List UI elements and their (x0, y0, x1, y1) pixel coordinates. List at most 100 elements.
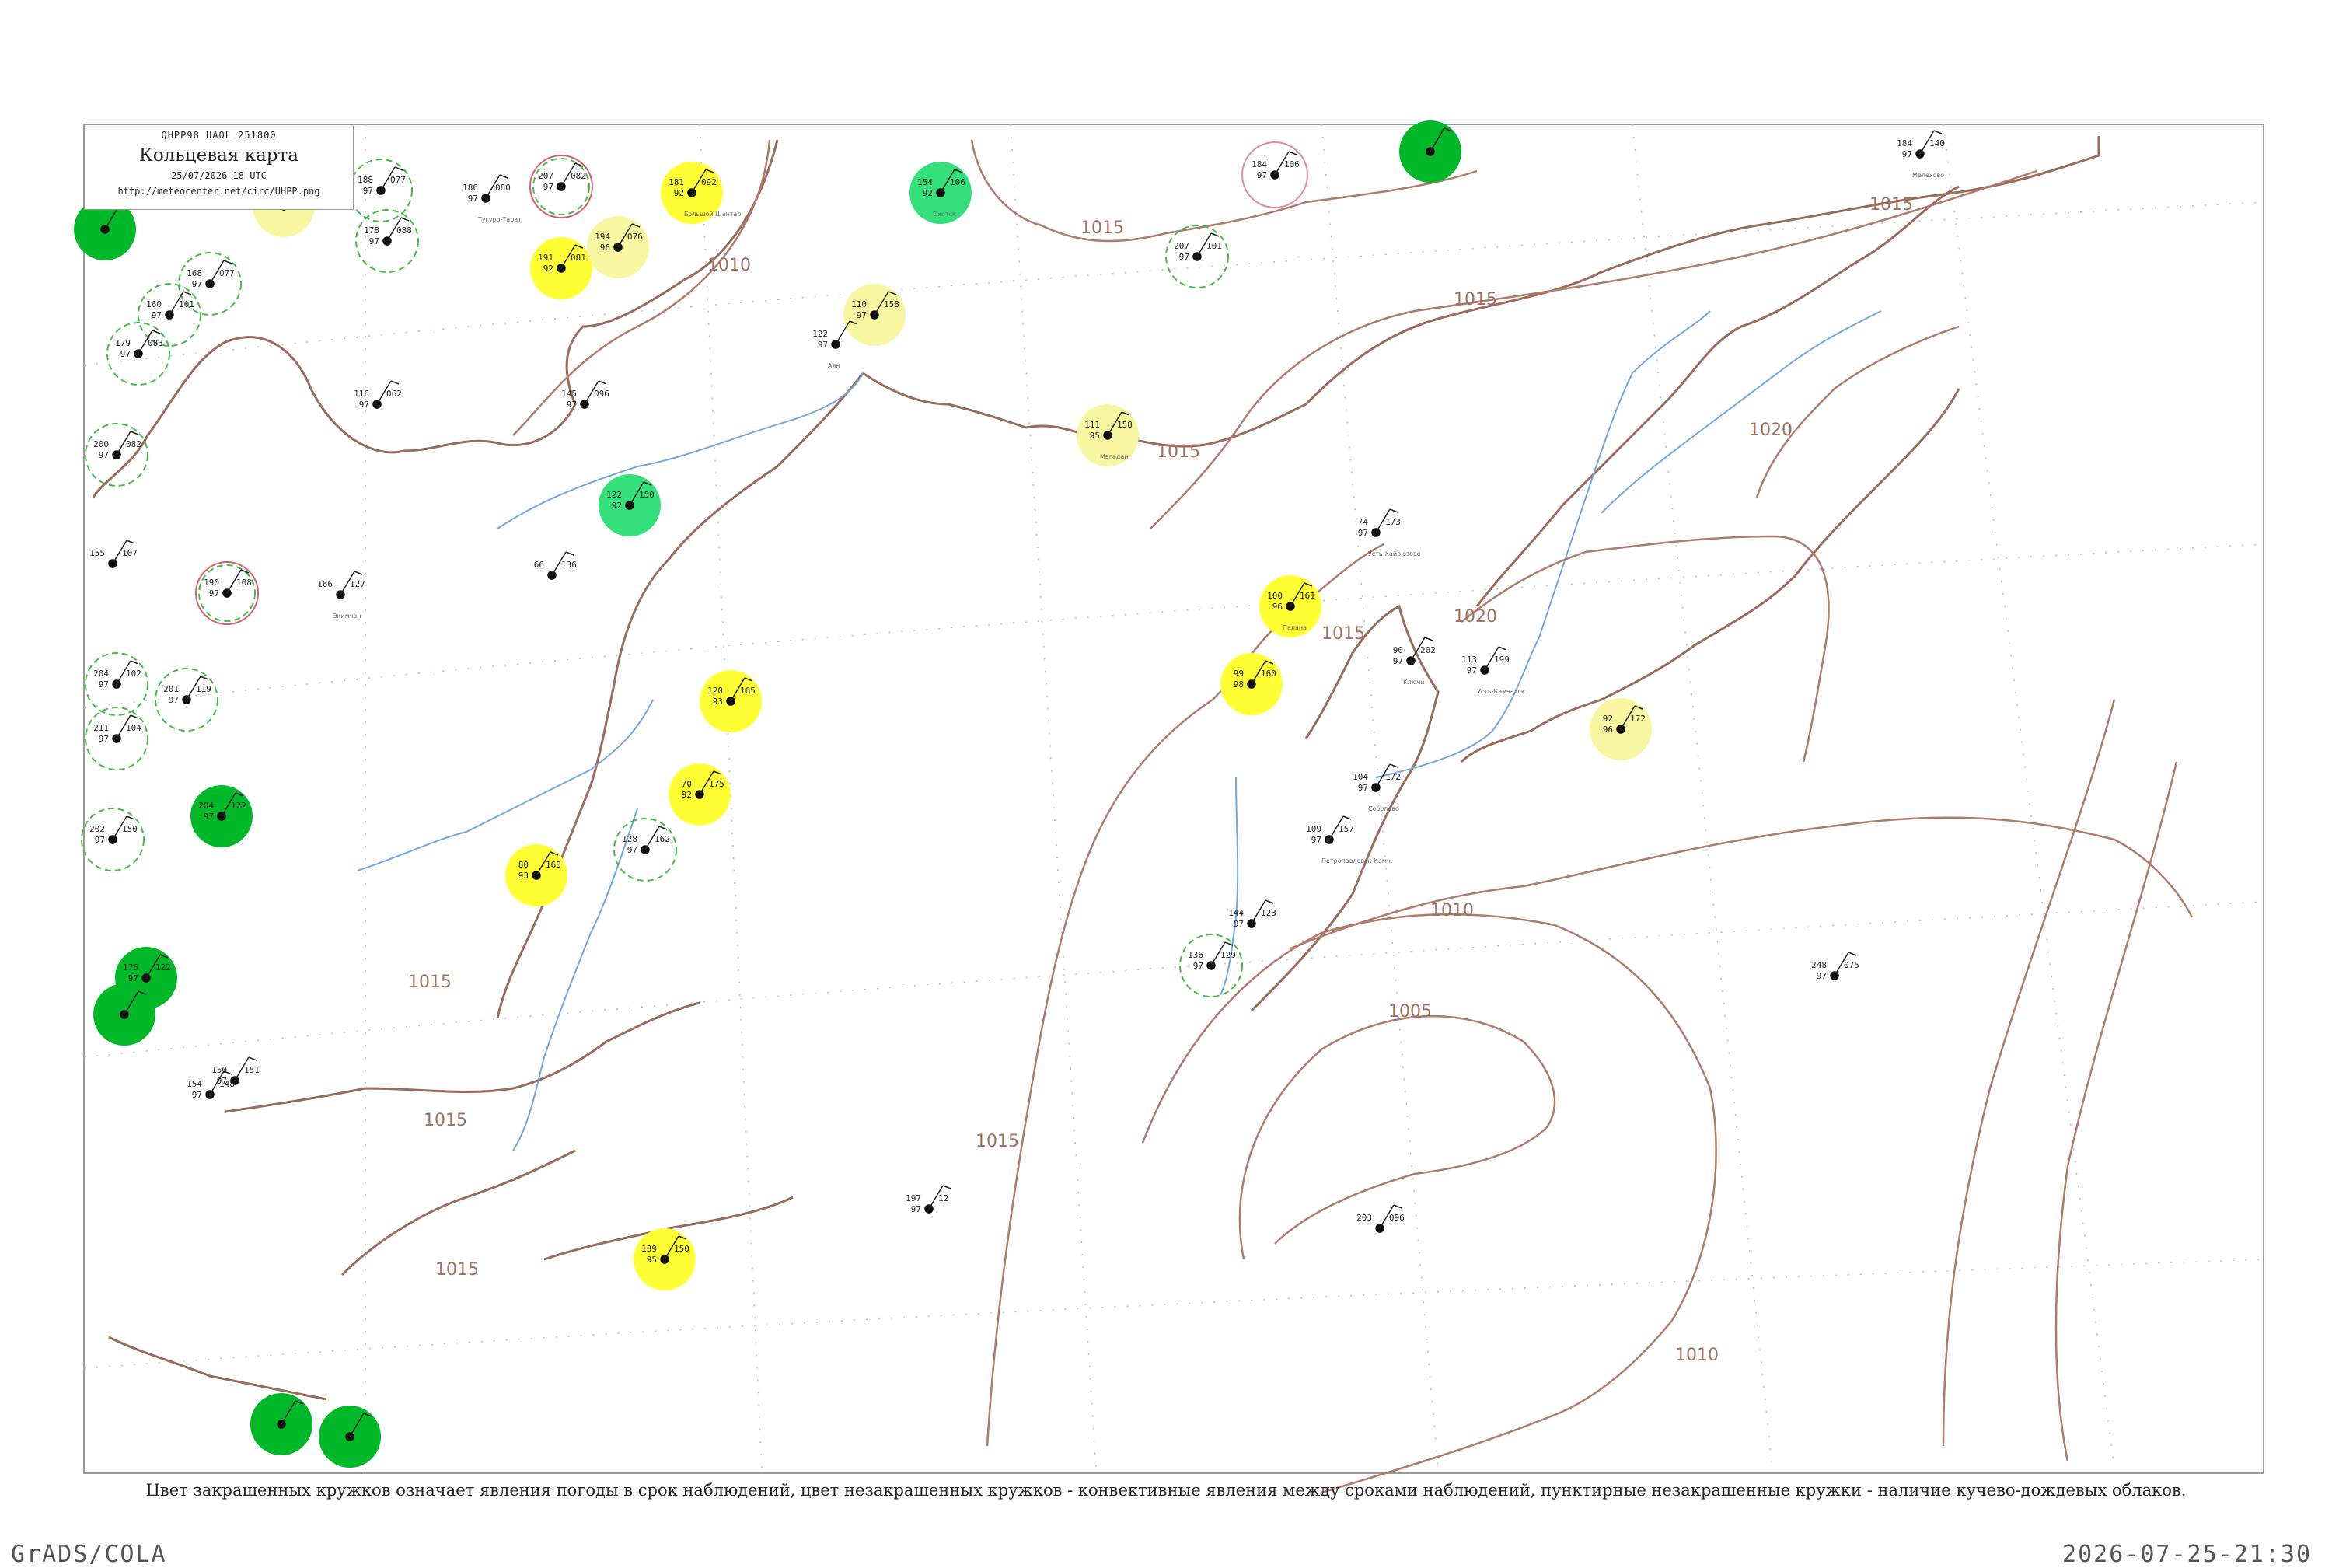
pressure-value: 062 (386, 389, 402, 399)
station-plot: 110 158 97 (843, 284, 906, 346)
temperature-value: 100 (1267, 591, 1283, 601)
temperature-value: 116 (354, 389, 369, 399)
graticule (83, 124, 2264, 1470)
pressure-value: 157 (1339, 824, 1354, 834)
dewpoint-value: 97 (468, 194, 478, 204)
pressure-value: 082 (126, 439, 141, 449)
dewpoint-value: 92 (612, 501, 622, 511)
pressure-value: 199 (1494, 655, 1510, 665)
pressure-value: 101 (1206, 241, 1222, 251)
station-name: Ключи (1403, 679, 1424, 686)
temperature-value: 186 (463, 183, 478, 193)
station-plot: 155 107 (89, 540, 138, 568)
temperature-value: 211 (93, 723, 109, 733)
station-plot: 111 158 95 Магадан (1077, 404, 1139, 466)
station-plot: 188 077 97 (349, 159, 413, 222)
station-plot: 190 108 97 (195, 561, 259, 625)
dewpoint-value: 97 (818, 340, 828, 350)
temperature-value: 109 (1306, 824, 1321, 834)
pressure-value: 104 (126, 723, 141, 733)
synoptic-map: 1010 1015 1015 1015 1015 1015 1015 1015 … (74, 120, 2264, 1494)
dewpoint-value: 93 (518, 871, 529, 881)
temperature-value: 184 (1897, 138, 1912, 148)
station-name: Экимчан (333, 613, 361, 620)
station-plot (93, 983, 155, 1046)
station-plot: 207 101 97 (1165, 225, 1229, 288)
dewpoint-value: 97 (1902, 149, 1912, 159)
station-plot: 191 081 92 (530, 237, 592, 299)
station-plot: 202 150 97 (81, 808, 145, 871)
temperature-value: 111 (1084, 420, 1100, 430)
pressure-value: 168 (546, 860, 561, 870)
station-name: Тугуро-Тарат (477, 216, 522, 223)
temperature-value: 154 (187, 1079, 202, 1089)
dewpoint-value: 97 (99, 450, 109, 460)
station-name: Усть-Хайрюзово (1368, 550, 1421, 557)
pressure-value: 123 (1261, 908, 1276, 918)
dewpoint-value: 97 (192, 1090, 202, 1100)
pressure-value: 101 (179, 299, 194, 309)
station-plot (319, 1406, 381, 1468)
dewpoint-value: 97 (1817, 971, 1827, 981)
pressure-value: 122 (231, 801, 246, 811)
pressure-value: 080 (495, 183, 511, 193)
temperature-value: 203 (1356, 1213, 1372, 1223)
dewpoint-value: 97 (1393, 656, 1403, 666)
dewpoint-value: 92 (682, 790, 692, 800)
station-plot: 116 062 97 (354, 380, 402, 410)
pressure-value: 158 (1117, 420, 1133, 430)
dewpoint-value: 97 (543, 182, 553, 192)
station-plot: 211 104 97 (85, 707, 148, 770)
pressure-value: 158 (884, 299, 899, 309)
dewpoint-value: 97 (363, 186, 373, 196)
station-plot: 139 150 95 (634, 1228, 696, 1290)
temperature-value: 197 (906, 1193, 921, 1203)
isobar-label: 1015 (1157, 442, 1200, 462)
dewpoint-value: 93 (713, 697, 723, 707)
pressure-value: 150 (674, 1244, 689, 1254)
temperature-value: 122 (812, 329, 828, 339)
pressure-value: 172 (1630, 714, 1646, 724)
temperature-value: 200 (93, 439, 109, 449)
pressure-value: 096 (1389, 1213, 1405, 1223)
bulletin-code: QHPP98 UAOL 251800 (161, 130, 277, 141)
temperature-value: 145 (561, 389, 577, 399)
pressure-value: 077 (219, 268, 235, 278)
station-plot: 80 168 93 (505, 844, 567, 906)
temperature-value: 122 (606, 490, 622, 500)
isobar-label: 1015 (424, 1111, 467, 1130)
pressure-value: 082 (571, 171, 586, 181)
pressure-value: 165 (740, 686, 756, 696)
pressure-value: 162 (655, 834, 670, 844)
station-plot: 200 082 97 (85, 423, 148, 487)
station-plot: 70 175 92 (669, 763, 731, 826)
station-plot: 99 160 98 (1220, 653, 1283, 715)
dewpoint-value: 97 (857, 310, 867, 320)
pressure-value: 077 (390, 175, 406, 185)
station-plot: 66 136 (534, 551, 577, 580)
dewpoint-value: 96 (600, 243, 610, 253)
station-plot: 92 172 96 (1590, 698, 1652, 760)
dewpoint-value: 95 (647, 1255, 657, 1265)
station-plot: 178 088 97 (355, 209, 419, 273)
dewpoint-value: 97 (1234, 919, 1244, 929)
dewpoint-value: 97 (152, 310, 162, 320)
isobar-label: 1015 (435, 1260, 479, 1280)
temperature-value: 155 (89, 548, 105, 558)
pressure-value: 075 (1844, 960, 1859, 970)
station-plot: 184 106 97 (1241, 141, 1308, 208)
dewpoint-value: 97 (192, 279, 202, 289)
temperature-value: 104 (1353, 772, 1368, 782)
pressure-value: 175 (709, 779, 724, 789)
temperature-value: 184 (1252, 159, 1267, 169)
temperature-value: 248 (1811, 960, 1827, 970)
pressure-value: 088 (396, 225, 412, 236)
temperature-value: 150 (211, 1065, 227, 1075)
dewpoint-value: 97 (169, 695, 179, 705)
pressure-value: 136 (561, 560, 577, 570)
temperature-value: 207 (1174, 241, 1189, 251)
pressure-value: 108 (236, 578, 252, 588)
isobar-labels: 1010 1015 1015 1015 1015 1015 1015 1015 … (408, 195, 1913, 1365)
isobar-label: 1010 (1675, 1346, 1719, 1365)
dewpoint-value: 97 (204, 812, 214, 822)
